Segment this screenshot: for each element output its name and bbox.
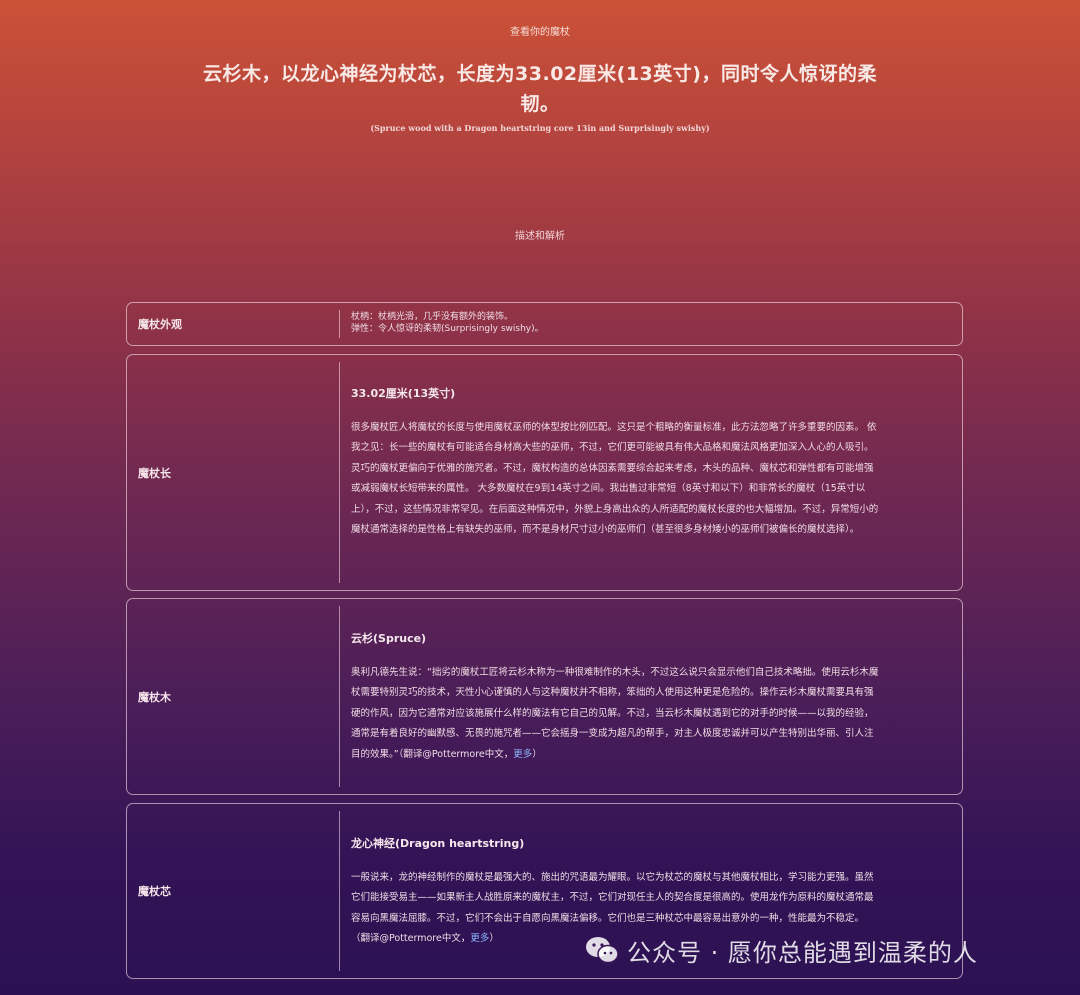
watermark: 公众号 · 愿你总能遇到温柔的人 bbox=[583, 929, 978, 971]
card-divider bbox=[339, 362, 340, 583]
card-divider bbox=[339, 310, 340, 338]
wand-subtitle: (Spruce wood with a Dragon heartstring c… bbox=[370, 123, 710, 133]
card-divider bbox=[339, 606, 340, 787]
top-label: 查看你的魔杖 bbox=[510, 27, 570, 38]
length-description: 很多魔杖匠人将魔杖的长度与使用魔杖巫师的体型按比例匹配。这只是个粗略的衡量标准，… bbox=[351, 422, 879, 536]
section-label: 描述和解析 bbox=[515, 231, 565, 242]
core-heading: 龙心神经(Dragon heartstring) bbox=[351, 837, 525, 850]
card-length: 魔杖长 33.02厘米(13英寸) 很多魔杖匠人将魔杖的长度与使用魔杖巫师的体型… bbox=[126, 354, 963, 591]
card-wood: 魔杖木 云杉(Spruce) 奥利凡德先生说：“拙劣的魔杖工匠将云杉木称为一种很… bbox=[126, 598, 963, 795]
card-label-appearance: 魔杖外观 bbox=[138, 318, 182, 331]
wood-description: 奥利凡德先生说：“拙劣的魔杖工匠将云杉木称为一种很难制作的木头，不过这么说只会显… bbox=[351, 663, 879, 765]
wood-text: 奥利凡德先生说：“拙劣的魔杖工匠将云杉木称为一种很难制作的木头，不过这么说只会显… bbox=[351, 667, 879, 760]
watermark-text: 公众号 · 愿你总能遇到温柔的人 bbox=[627, 938, 978, 967]
card-body-length: 33.02厘米(13英寸) 很多魔杖匠人将魔杖的长度与使用魔杖巫师的体型按比例匹… bbox=[351, 385, 879, 540]
length-heading: 33.02厘米(13英寸) bbox=[351, 387, 456, 400]
card-label-wood: 魔杖木 bbox=[138, 690, 171, 704]
card-label-length: 魔杖长 bbox=[138, 466, 171, 480]
card-appearance: 魔杖外观 杖柄：杖柄光滑，几乎没有额外的装饰。 弹性：令人惊讶的柔韧(Surpr… bbox=[126, 302, 963, 346]
wechat-icon bbox=[586, 937, 619, 964]
handle-line: 杖柄：杖柄光滑，几乎没有额外的装饰。 bbox=[351, 312, 514, 322]
card-divider bbox=[339, 811, 340, 971]
card-body-wood: 云杉(Spruce) 奥利凡德先生说：“拙劣的魔杖工匠将云杉木称为一种很难制作的… bbox=[351, 630, 879, 765]
wood-heading: 云杉(Spruce) bbox=[351, 632, 427, 645]
flexibility-line: 弹性：令人惊讶的柔韧(Surprisingly swishy)。 bbox=[351, 324, 544, 334]
card-body-appearance: 杖柄：杖柄光滑，几乎没有额外的装饰。 弹性：令人惊讶的柔韧(Surprising… bbox=[351, 311, 879, 335]
core-text-tail: ） bbox=[489, 933, 499, 945]
core-more-link[interactable]: 更多 bbox=[470, 933, 489, 944]
wand-title: 云杉木，以龙心神经为杖芯，长度为33.02厘米(13英寸)，同时令人惊讶的柔韧。 bbox=[203, 63, 877, 115]
wood-text-tail: ） bbox=[532, 748, 542, 760]
card-label-core: 魔杖芯 bbox=[138, 885, 171, 898]
wood-more-link[interactable]: 更多 bbox=[513, 749, 532, 760]
